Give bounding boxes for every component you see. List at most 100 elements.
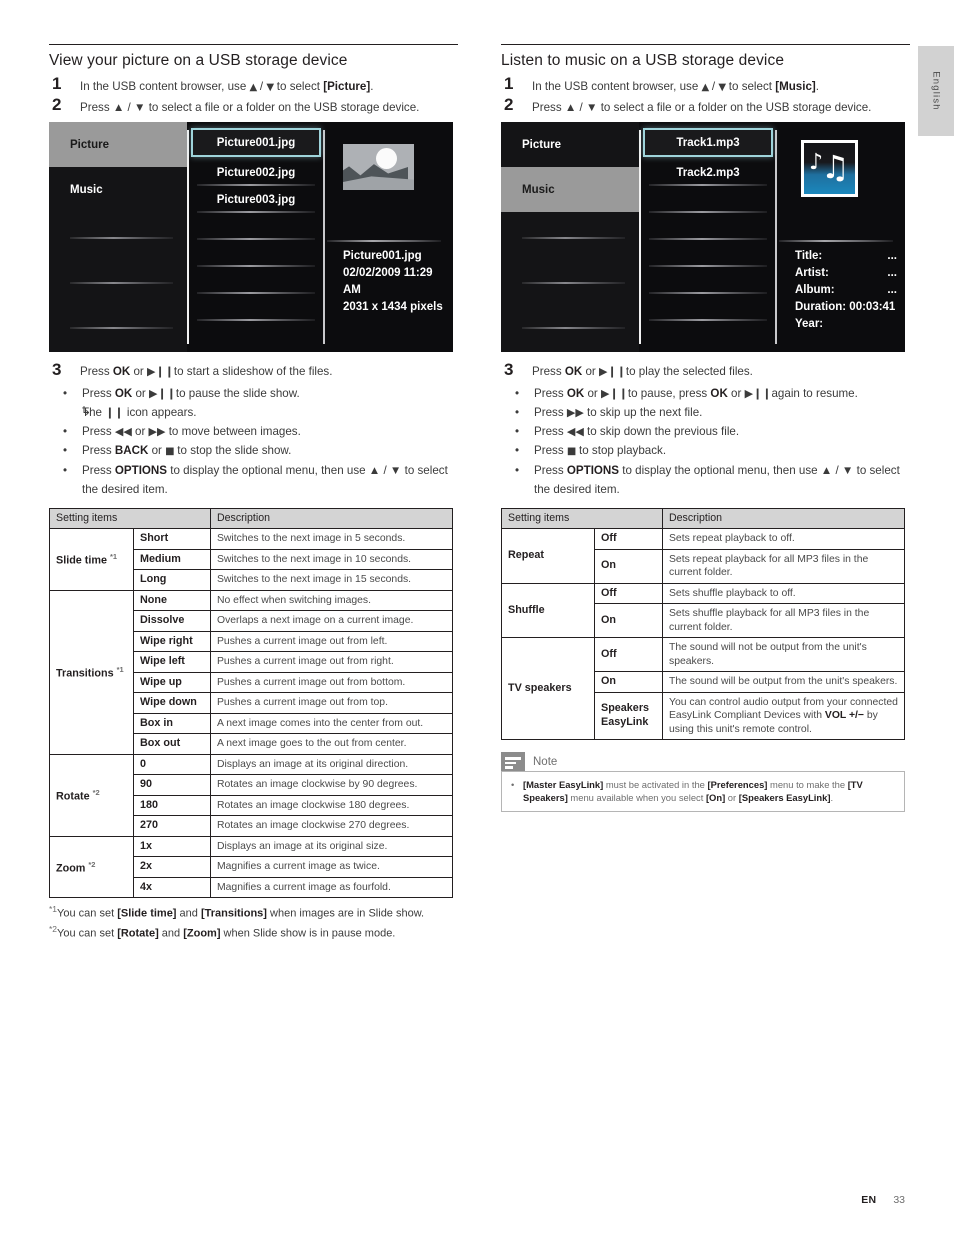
file-list-item-selected[interactable]: Track1.mp3 bbox=[643, 128, 773, 157]
option-description: The sound will not be output from the un… bbox=[662, 637, 905, 672]
step-3-left: 3 Press OK or ▶❙❙to start a slideshow of… bbox=[49, 360, 458, 381]
option-label: Box out bbox=[133, 733, 211, 755]
file-name: Picture003.jpg bbox=[216, 193, 296, 206]
file-list-item[interactable]: Picture002.jpg bbox=[187, 159, 325, 186]
play-pause-icon: ▶❙❙ bbox=[744, 386, 772, 400]
file-list-item-selected[interactable]: Picture001.jpg bbox=[191, 128, 321, 157]
option-description: No effect when switching images. bbox=[210, 589, 453, 611]
list-divider bbox=[649, 238, 767, 240]
step-3-bullets-left: • Press OK or ▶❙❙to pause the slide show.… bbox=[49, 384, 458, 499]
list-divider bbox=[197, 292, 315, 294]
sidebar-divider bbox=[70, 282, 173, 284]
picture-settings-table: Setting items Description Slide time *1 … bbox=[49, 507, 453, 899]
table-row: Slide time *1 Short Switches to the next… bbox=[49, 528, 453, 591]
bullet-item: • Press ■ to stop playback. bbox=[515, 443, 667, 457]
detail-divider bbox=[779, 240, 893, 242]
step-2-right: 2 Press ▲ / ▼ to select a file or a fold… bbox=[501, 95, 910, 117]
meta-duration: Duration: 00:03:41 bbox=[795, 301, 896, 313]
tv-file-list[interactable]: Picture001.jpg Picture002.jpg Picture003… bbox=[187, 122, 325, 352]
group-label: Rotate *2 bbox=[49, 753, 134, 837]
option-label: 4x bbox=[133, 876, 211, 898]
step-1-left: 1 In the USB content browser, use ▲ / ▼ … bbox=[49, 74, 458, 97]
file-list-item[interactable]: Track2.mp3 bbox=[639, 159, 777, 186]
bullet-subnote: ↳ The ❙❙ icon appears. bbox=[81, 403, 197, 419]
footnote-1: *1You can set [Slide time] and [Transiti… bbox=[49, 904, 425, 920]
sidebar-item-picture[interactable]: Picture bbox=[501, 122, 639, 167]
note-icon bbox=[501, 752, 525, 771]
page-footer: EN 33 bbox=[861, 1194, 905, 1206]
list-divider bbox=[649, 319, 767, 321]
fast-forward-icon: ▶▶ bbox=[148, 424, 166, 438]
stop-icon: ■ bbox=[165, 445, 175, 457]
step-3-right: 3 Press OK or ▶❙❙to play the selected fi… bbox=[501, 360, 910, 381]
play-pause-icon: ▶❙❙ bbox=[147, 365, 174, 378]
step-text: Press OK or ▶❙❙to play the selected file… bbox=[532, 365, 753, 378]
table-header-row: Setting items Description bbox=[501, 507, 905, 529]
sidebar-item-picture[interactable]: Picture bbox=[49, 122, 187, 167]
option-description: Pushes a current image out from bottom. bbox=[210, 671, 453, 693]
option-description: Switches to the next image in 5 seconds. bbox=[210, 528, 453, 550]
option-label: On bbox=[594, 671, 663, 693]
bullet-item: • Press OPTIONS to display the optional m… bbox=[515, 463, 900, 496]
sidebar-divider bbox=[70, 327, 173, 329]
option-label: None bbox=[133, 589, 211, 611]
option-label: 2x bbox=[133, 856, 211, 878]
bullet-item: • Press OK or ▶❙❙to pause the slide show. bbox=[63, 386, 300, 400]
meta-filename: Picture001.jpg bbox=[343, 250, 422, 262]
list-divider bbox=[649, 292, 767, 294]
sidebar-item-label: Music bbox=[522, 183, 555, 196]
step-2-left: 2 Press ▲ / ▼ to select a file or a fold… bbox=[49, 94, 458, 117]
note-title: Note bbox=[533, 755, 558, 768]
option-description: Displays an image at its original size. bbox=[210, 835, 453, 857]
option-label: Wipe down bbox=[133, 692, 211, 714]
option-label: 270 bbox=[133, 815, 211, 837]
list-divider bbox=[649, 184, 767, 186]
sidebar-item-music[interactable]: Music bbox=[501, 167, 639, 212]
music-thumbnail: ♪ ♫ bbox=[801, 140, 858, 197]
note-bullet: • [Master EasyLink] must be activated in … bbox=[511, 779, 863, 803]
meta-year: Year: bbox=[795, 318, 824, 330]
bullet-item: • Press OPTIONS to display the optional m… bbox=[63, 463, 448, 496]
group-label: TV speakers bbox=[501, 637, 595, 740]
step-text: In the USB content browser, use ▲ / ▼ to… bbox=[80, 80, 374, 93]
option-description: Rotates an image clockwise 270 degrees. bbox=[210, 815, 453, 837]
section-divider-right bbox=[501, 44, 910, 45]
tv-sidebar: Picture Music bbox=[501, 122, 639, 352]
file-name: Track1.mp3 bbox=[676, 136, 740, 149]
option-label: On bbox=[594, 548, 663, 584]
bullet-item: • Press BACK or ■ to stop the slide show. bbox=[63, 443, 292, 457]
option-label: Off bbox=[594, 637, 663, 672]
section-divider-left bbox=[49, 44, 458, 45]
music-metadata: Title:... Artist:... Album:... Duration:… bbox=[795, 248, 897, 333]
tv-detail-pane: ♪ ♫ Title:... Artist:... Album:... Durat… bbox=[779, 122, 905, 352]
option-description: Sets shuffle playback for all MP3 files … bbox=[662, 603, 905, 638]
picture-thumbnail bbox=[343, 144, 414, 190]
list-divider bbox=[197, 319, 315, 321]
pause-icon: ❙❙ bbox=[105, 405, 124, 419]
file-list-item[interactable]: Picture003.jpg bbox=[187, 186, 325, 213]
group-label: Transitions *1 bbox=[49, 589, 134, 755]
tv-sidebar: Picture Music bbox=[49, 122, 187, 352]
group-label: Repeat bbox=[501, 528, 595, 584]
option-label: 0 bbox=[133, 753, 211, 775]
option-label: Speakers EasyLink bbox=[594, 691, 663, 740]
language-side-tab: English bbox=[918, 46, 954, 136]
step-number: 2 bbox=[52, 94, 62, 114]
file-name: Track2.mp3 bbox=[676, 166, 740, 179]
down-arrow-icon: ▼ bbox=[718, 82, 726, 93]
sidebar-item-music[interactable]: Music bbox=[49, 167, 187, 212]
manual-page: View your picture on a USB storage devic… bbox=[0, 0, 954, 1235]
up-arrow-icon: ▲ bbox=[249, 82, 258, 93]
bullet-item: • Press ◀◀ to skip down the previous file… bbox=[515, 424, 740, 438]
step-text: Press ▲ / ▼ to select a file or a folder… bbox=[532, 100, 872, 114]
step-number: 1 bbox=[52, 74, 62, 93]
sidebar-item-label: Picture bbox=[70, 138, 109, 151]
column-header-setting-items: Setting items bbox=[49, 507, 211, 529]
footnote-marker: *1 bbox=[116, 664, 124, 674]
page-title-left: View your picture on a USB storage devic… bbox=[49, 52, 348, 69]
option-description: Magnifies a current image as twice. bbox=[210, 856, 453, 878]
tv-file-list[interactable]: Track1.mp3 Track2.mp3 bbox=[639, 122, 777, 352]
footnote-marker: *1 bbox=[110, 552, 118, 562]
meta-artist: Artist:... bbox=[795, 267, 897, 279]
sidebar-divider bbox=[522, 237, 625, 239]
